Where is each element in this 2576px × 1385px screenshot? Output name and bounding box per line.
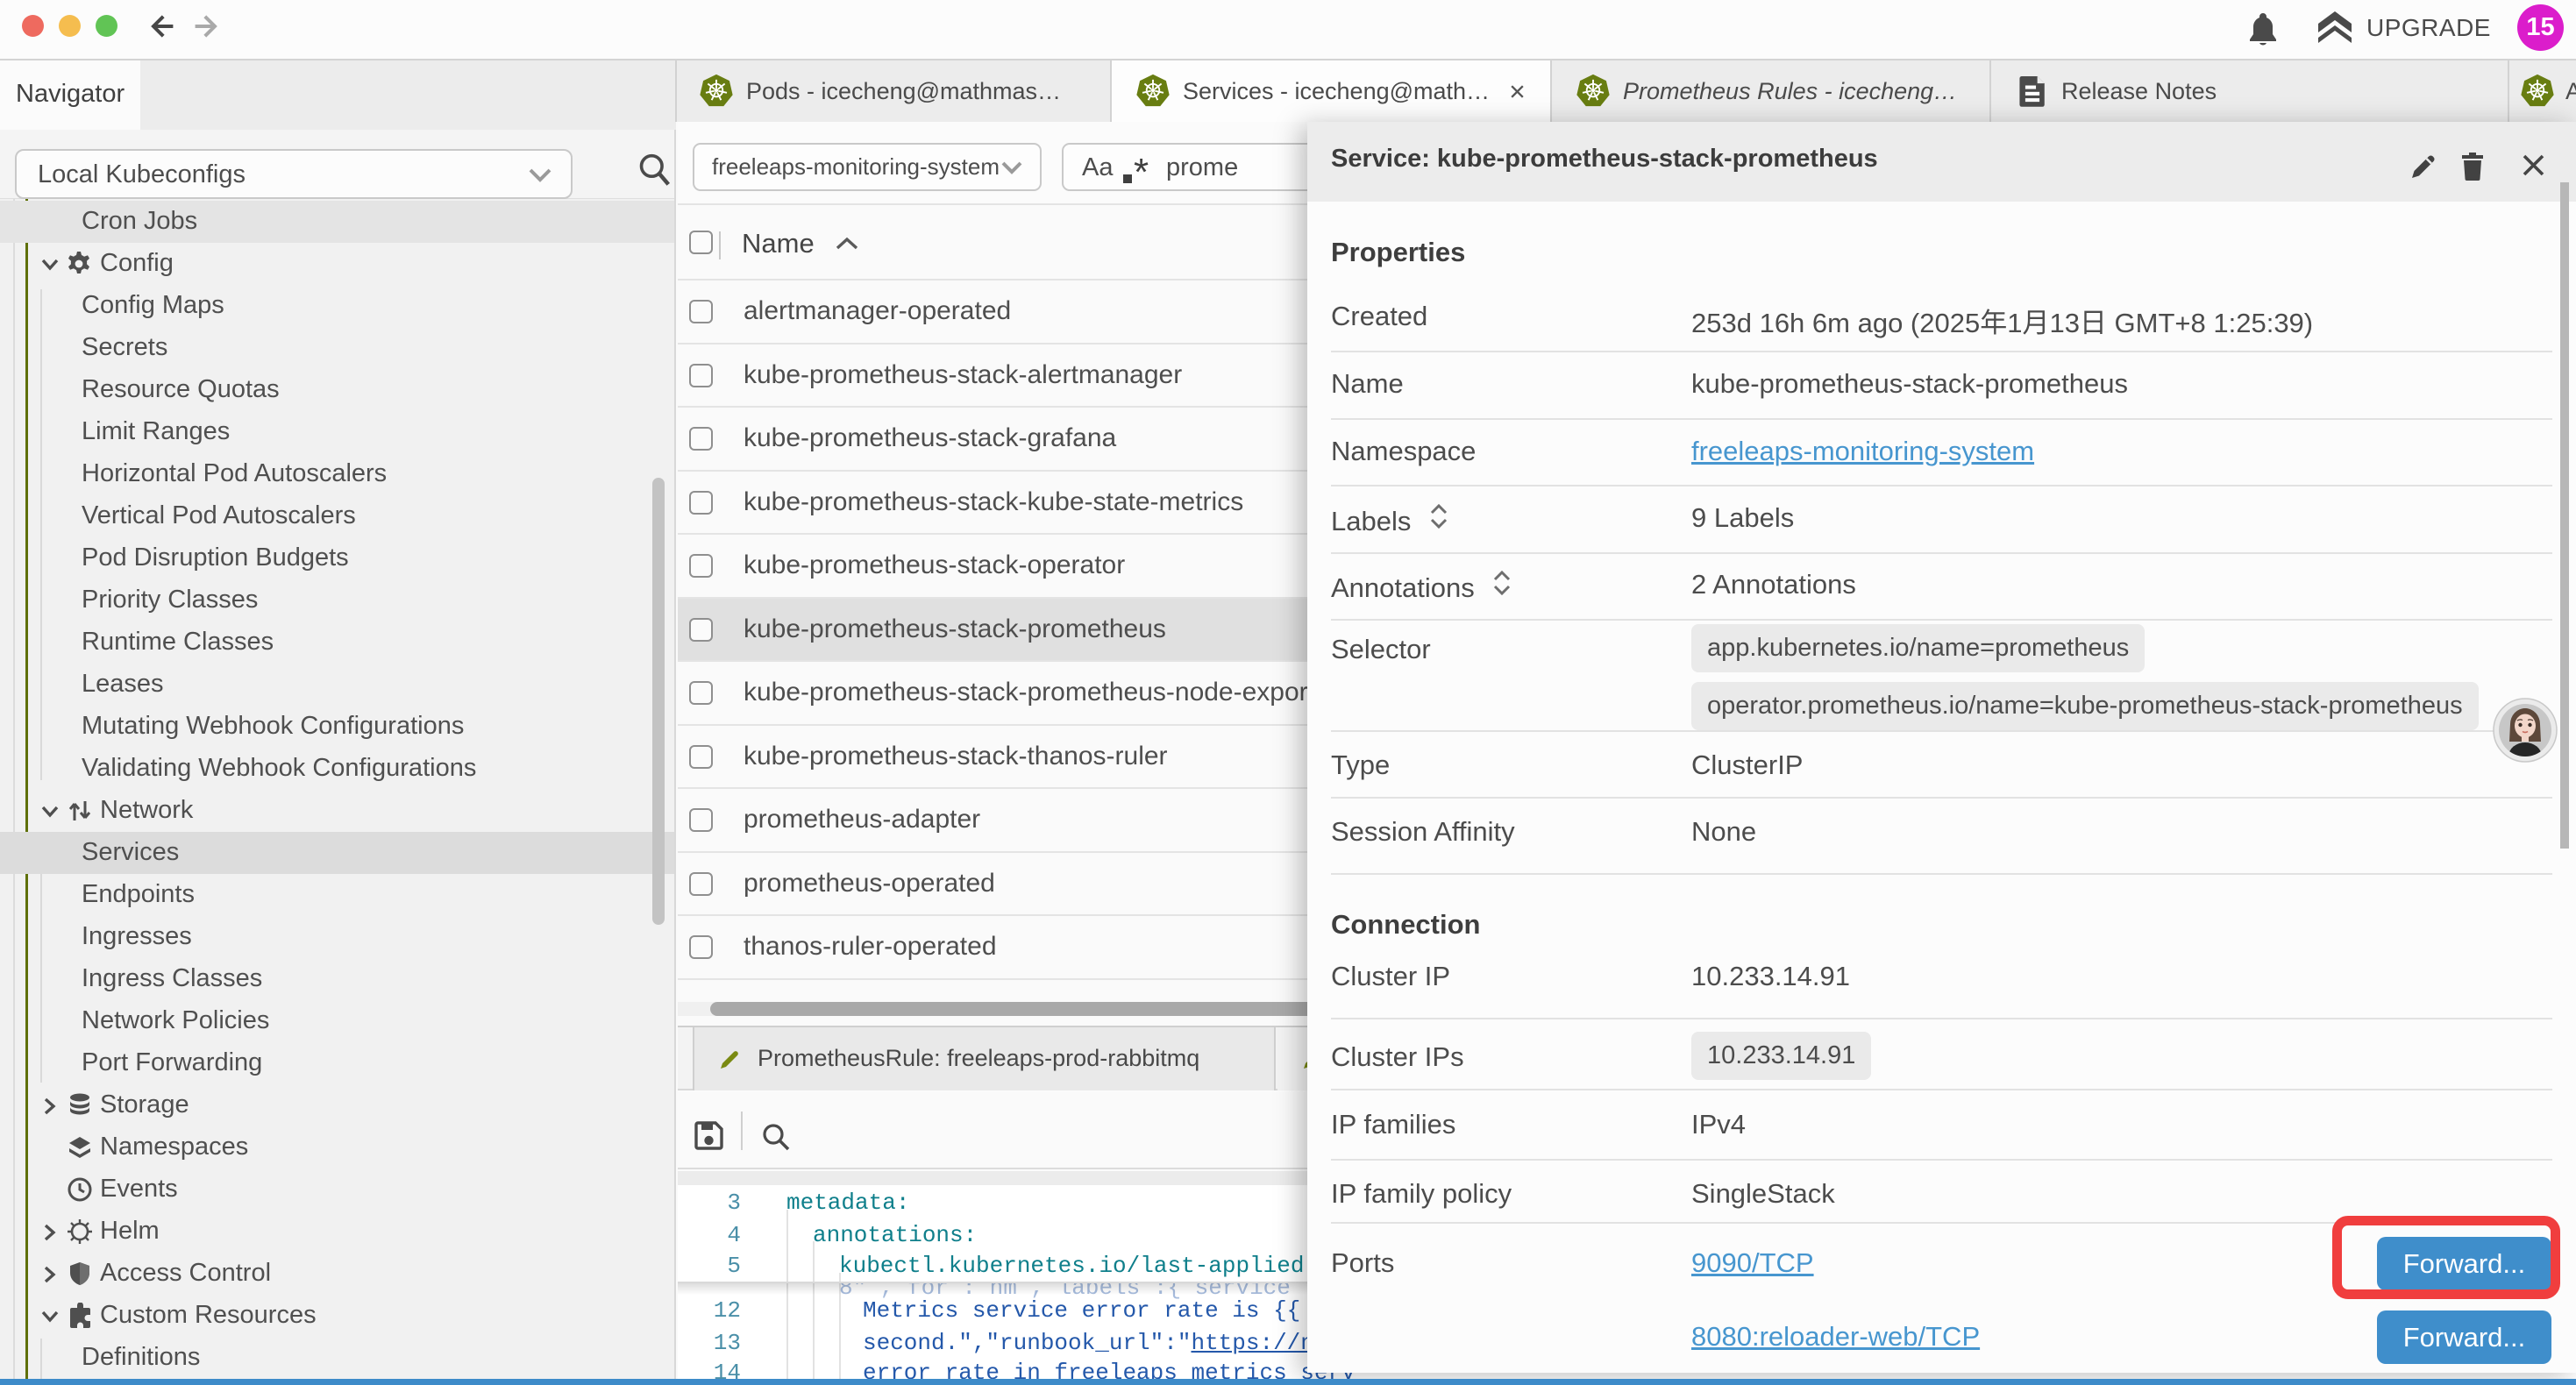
svg-text:*: * — [1134, 155, 1149, 185]
